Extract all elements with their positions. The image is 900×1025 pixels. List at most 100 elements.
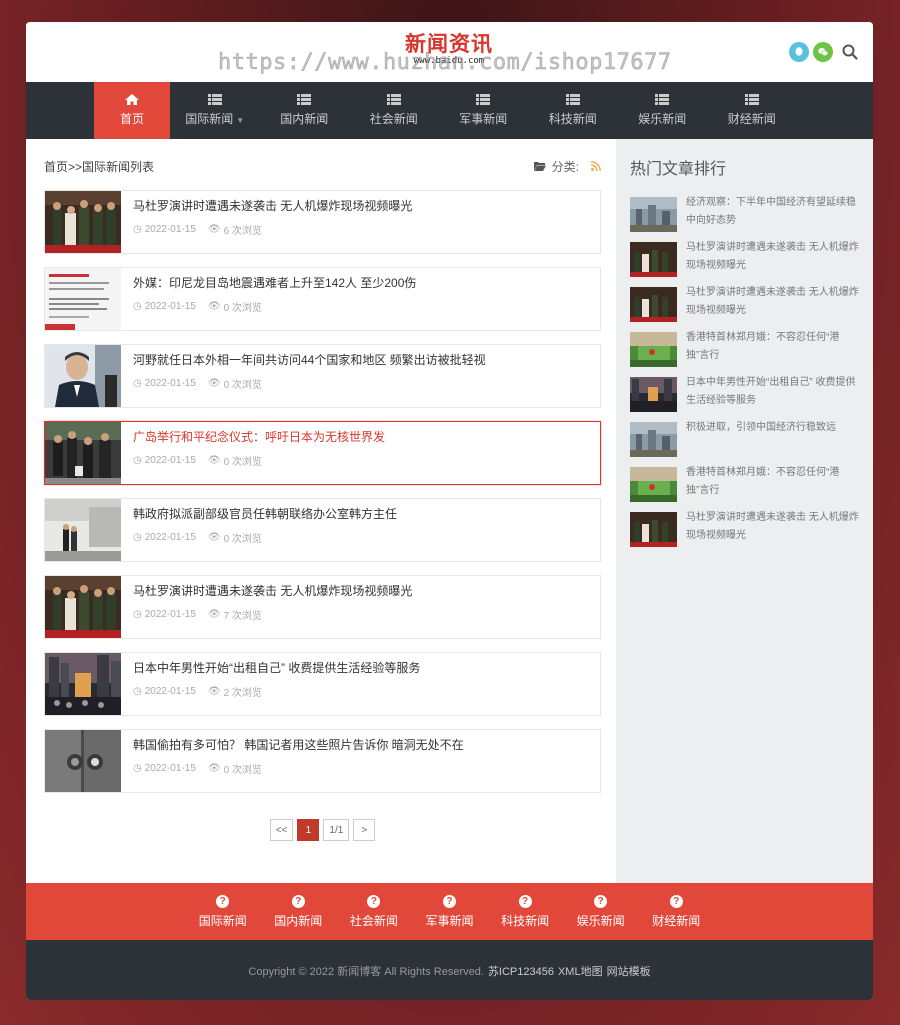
article-item[interactable]: 韩国偷拍有多可怕？ 韩国记者用这些照片告诉你 暗洞无处不在 ◷ 2022-01-1… [44,729,601,793]
list-icon [207,94,222,105]
question-circle-icon: ? [367,894,381,908]
sidebar-thumbnail[interactable] [630,377,677,412]
footer-nav-item[interactable]: ? 社会新闻 [336,883,412,940]
rss-icon[interactable] [591,161,601,171]
next-page-button[interactable]: > [353,819,376,841]
sitemap-link[interactable]: XML地图 [558,963,603,979]
article-date: ◷ 2022-01-15 [133,455,196,466]
main-content: 首页>>国际新闻列表 分类: 马杜罗演讲时遭遇未遂袭击 无人机爆炸现场视频曝光 [26,139,873,883]
sidebar-item[interactable]: 马杜罗演讲时遭遇未遂袭击 无人机爆炸现场视频曝光 [630,242,859,277]
sidebar-item[interactable]: 香港特首林郑月娥：不容忍任何“港独”言行 [630,467,859,502]
nav-item-entertainment[interactable]: 娱乐新闻 [618,82,708,139]
sidebar-thumbnail[interactable] [630,422,677,457]
page-count: 1/1 [323,819,350,841]
prev-page-button[interactable]: << [269,819,294,841]
eye-icon: 👁 [207,455,221,466]
article-item[interactable]: 马杜罗演讲时遭遇未遂袭击 无人机爆炸现场视频曝光 ◷ 2022-01-15 👁 6 … [44,190,601,254]
nav-item-finance[interactable]: 财经新闻 [707,82,797,139]
sidebar-item-title: 日本中年男性开始“出租自己” 收费提供生活经验等服务 [686,377,856,406]
footer-nav-item[interactable]: ? 科技新闻 [487,883,563,940]
footer-nav-item[interactable]: ? 国际新闻 [185,883,261,940]
sidebar-thumbnail[interactable] [630,287,677,322]
sidebar-thumbnail[interactable] [630,467,677,502]
article-item-highlighted[interactable]: 广岛举行和平纪念仪式：呼吁日本为无核世界发 ◷ 2022-01-15 👁 0 次浏览 [44,421,601,485]
article-item[interactable]: 马杜罗演讲时遭遇未遂袭击 无人机爆炸现场视频曝光 ◷ 2022-01-15 👁 7 … [44,575,601,639]
footer-nav-label: 军事新闻 [425,913,474,928]
article-thumbnail[interactable] [45,576,121,638]
wechat-icon[interactable] [813,42,833,62]
sidebar-item[interactable]: 马杜罗演讲时遭遇未遂袭击 无人机爆炸现场视频曝光 [630,287,859,322]
footer-nav-label: 国内新闻 [274,913,323,928]
article-meta: ◷ 2022-01-15 👁 6 次浏览 [133,222,412,237]
list-icon [565,94,580,105]
article-title[interactable]: 河野就任日本外相一年间共访问44个国家和地区 频繁出访被批轻视 [133,352,486,368]
date-text: 2022-01-15 [144,224,196,235]
nav-item-home[interactable]: 首页 [94,82,170,139]
article-meta: ◷ 2022-01-15 👁 0 次浏览 [133,376,486,391]
question-circle-icon: ? [291,894,305,908]
views-text: 0 次浏览 [223,380,262,391]
article-item[interactable]: 韩政府拟派副部级官员任韩朝联络办公室韩方主任 ◷ 2022-01-15 👁 0 次浏… [44,498,601,562]
article-thumbnail[interactable] [45,268,121,330]
page-container: 新闻资讯 www.baidu.com https://www.huzhan.co… [26,22,873,1000]
article-thumbnail[interactable] [45,191,121,253]
qq-icon[interactable] [789,42,809,62]
footer-nav-item[interactable]: ? 娱乐新闻 [563,883,639,940]
clock-icon: ◷ [133,609,142,620]
icp-link[interactable]: 苏ICP123456 [488,963,554,979]
template-link[interactable]: 网站模板 [607,963,651,979]
sidebar-item[interactable]: 日本中年男性开始“出租自己” 收费提供生活经验等服务 [630,377,859,412]
article-title[interactable]: 日本中年男性开始“出租自己” 收费提供生活经验等服务 [133,660,420,676]
nav-item-military[interactable]: 军事新闻 [439,82,529,139]
footer-nav-item[interactable]: ? 国内新闻 [261,883,337,940]
sidebar-item[interactable]: 马杜罗演讲时遭遇未遂袭击 无人机爆炸现场视频曝光 [630,512,859,547]
article-title[interactable]: 广岛举行和平纪念仪式：呼吁日本为无核世界发 [133,429,385,445]
article-title[interactable]: 马杜罗演讲时遭遇未遂袭击 无人机爆炸现场视频曝光 [133,198,412,214]
article-title[interactable]: 外媒：印尼龙目岛地震遇难者上升至142人 至少200伤 [133,275,416,291]
article-body: 日本中年男性开始“出租自己” 收费提供生活经验等服务 ◷ 2022-01-15 👁… [121,653,420,715]
article-title[interactable]: 马杜罗演讲时遭遇未遂袭击 无人机爆炸现场视频曝光 [133,583,412,599]
article-item[interactable]: 日本中年男性开始“出租自己” 收费提供生活经验等服务 ◷ 2022-01-15 👁… [44,652,601,716]
footer-nav-item[interactable]: ? 财经新闻 [638,883,714,940]
sidebar-thumbnail[interactable] [630,332,677,367]
sidebar-item[interactable]: 香港特首林郑月娥：不容忍任何“港独”言行 [630,332,859,367]
nav-label: 军事新闻 [459,112,508,126]
nav-item-domestic[interactable]: 国内新闻 [260,82,350,139]
article-thumbnail[interactable] [45,653,121,715]
folder-open-icon [533,162,546,171]
article-meta: ◷ 2022-01-15 👁 0 次浏览 [133,299,416,314]
article-views: 👁 0 次浏览 [208,376,262,391]
article-date: ◷ 2022-01-15 [133,532,196,543]
date-text: 2022-01-15 [144,609,196,620]
sidebar-thumbnail[interactable] [630,512,677,547]
sidebar-thumbnail[interactable] [630,242,677,277]
article-thumbnail[interactable] [45,345,121,407]
article-column: 首页>>国际新闻列表 分类: 马杜罗演讲时遭遇未遂袭击 无人机爆炸现场视频曝光 [26,139,616,883]
article-title[interactable]: 韩国偷拍有多可怕？ 韩国记者用这些照片告诉你 暗洞无处不在 [133,737,464,753]
sidebar-item[interactable]: 经济观察：下半年中国经济有望延续稳中向好态势 [630,197,859,232]
nav-item-society[interactable]: 社会新闻 [349,82,439,139]
article-date: ◷ 2022-01-15 [133,763,196,774]
question-circle-icon: ? [518,894,532,908]
category-filter[interactable]: 分类: [533,158,601,175]
nav-item-tech[interactable]: 科技新闻 [528,82,618,139]
search-icon[interactable] [841,43,859,61]
clock-icon: ◷ [133,763,142,774]
article-thumbnail[interactable] [45,499,121,561]
sidebar-thumbnail[interactable] [630,197,677,232]
article-thumbnail[interactable] [45,422,121,484]
article-item[interactable]: 外媒：印尼龙目岛地震遇难者上升至142人 至少200伤 ◷ 2022-01-15 … [44,267,601,331]
views-text: 6 次浏览 [223,226,262,237]
clock-icon: ◷ [133,301,142,312]
nav-item-international[interactable]: 国际新闻 ▼ [170,82,260,139]
date-text: 2022-01-15 [144,686,196,697]
current-page[interactable]: 1 [297,819,320,841]
sidebar-item[interactable]: 积极进取，引领中国经济行稳致远 [630,422,859,457]
footer-nav-item[interactable]: ? 军事新闻 [412,883,488,940]
breadcrumb[interactable]: 首页>>国际新闻列表 [44,158,154,175]
article-meta: ◷ 2022-01-15 👁 0 次浏览 [133,761,464,776]
article-title[interactable]: 韩政府拟派副部级官员任韩朝联络办公室韩方主任 [133,506,397,522]
article-body: 马杜罗演讲时遭遇未遂袭击 无人机爆炸现场视频曝光 ◷ 2022-01-15 👁 6 … [121,191,412,253]
article-item[interactable]: 河野就任日本外相一年间共访问44个国家和地区 频繁出访被批轻视 ◷ 2022-01… [44,344,601,408]
article-thumbnail[interactable] [45,730,121,792]
